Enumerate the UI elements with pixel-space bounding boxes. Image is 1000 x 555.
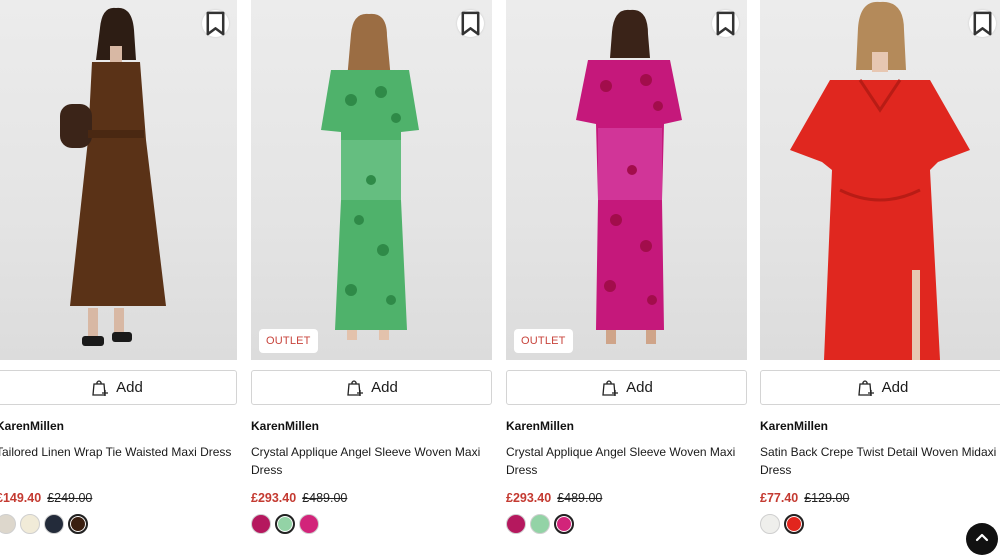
product-image[interactable]: OUTLET bbox=[506, 0, 747, 360]
bookmark-icon bbox=[973, 11, 992, 36]
color-swatch[interactable] bbox=[251, 514, 271, 534]
original-price: £129.00 bbox=[804, 491, 850, 505]
dress-illustration bbox=[790, 1, 970, 360]
color-swatch[interactable] bbox=[0, 514, 16, 534]
color-swatch[interactable] bbox=[554, 514, 574, 534]
dress-illustration bbox=[576, 9, 682, 344]
add-to-bag-button[interactable]: Add bbox=[760, 370, 1000, 405]
original-price: £489.00 bbox=[302, 491, 348, 505]
price-row: £293.40 £489.00 bbox=[251, 491, 492, 505]
add-button-label: Add bbox=[116, 379, 143, 396]
color-swatch[interactable] bbox=[20, 514, 40, 534]
price-row: £293.40 £489.00 bbox=[506, 491, 747, 505]
wishlist-button[interactable] bbox=[457, 10, 484, 37]
product-card[interactable]: OUTLET Add KarenMillen Crystal Applique … bbox=[251, 0, 492, 534]
wishlist-button[interactable] bbox=[712, 10, 739, 37]
product-title[interactable]: Satin Back Crepe Twist Detail Woven Mida… bbox=[760, 443, 1000, 479]
sale-price: £77.40 bbox=[760, 491, 799, 505]
product-card[interactable]: OUTLET Add KarenMillen Crystal Applique … bbox=[506, 0, 747, 534]
product-brand: KarenMillen bbox=[506, 419, 575, 433]
shopping-bag-plus-icon bbox=[347, 379, 364, 396]
back-to-top-button[interactable] bbox=[966, 523, 998, 555]
product-brand: KarenMillen bbox=[760, 419, 829, 433]
color-swatches bbox=[506, 514, 747, 534]
price-row: £77.40 £129.00 bbox=[760, 491, 1000, 505]
product-brand: KarenMillen bbox=[0, 419, 65, 433]
shopping-bag-plus-icon bbox=[602, 379, 619, 396]
dress-illustration bbox=[321, 13, 419, 340]
product-title[interactable]: Tailored Linen Wrap Tie Waisted Maxi Dre… bbox=[0, 443, 237, 479]
product-image[interactable]: OUTLET bbox=[251, 0, 492, 360]
color-swatch[interactable] bbox=[299, 514, 319, 534]
add-button-label: Add bbox=[371, 379, 398, 396]
original-price: £249.00 bbox=[47, 491, 93, 505]
add-to-bag-button[interactable]: Add bbox=[251, 370, 492, 405]
bookmark-icon bbox=[716, 11, 735, 36]
color-swatches bbox=[760, 514, 1000, 534]
wishlist-button[interactable] bbox=[202, 10, 229, 37]
color-swatch[interactable] bbox=[530, 514, 550, 534]
color-swatch[interactable] bbox=[760, 514, 780, 534]
product-brand: KarenMillen bbox=[251, 419, 320, 433]
sale-price: £293.40 bbox=[506, 491, 552, 505]
bookmark-icon bbox=[461, 11, 480, 36]
outlet-badge: OUTLET bbox=[259, 329, 318, 353]
product-card[interactable]: Add KarenMillen Satin Back Crepe Twist D… bbox=[760, 0, 1000, 534]
wishlist-button[interactable] bbox=[969, 10, 996, 37]
sale-price: £149.40 bbox=[0, 491, 42, 505]
original-price: £489.00 bbox=[557, 491, 603, 505]
color-swatch[interactable] bbox=[506, 514, 526, 534]
add-to-bag-button[interactable]: Add bbox=[506, 370, 747, 405]
color-swatch[interactable] bbox=[44, 514, 64, 534]
add-to-bag-button[interactable]: Add bbox=[0, 370, 237, 405]
outlet-badge: OUTLET bbox=[514, 329, 573, 353]
dress-illustration bbox=[60, 7, 166, 346]
price-row: £149.40 £249.00 bbox=[0, 491, 237, 505]
product-title[interactable]: Crystal Applique Angel Sleeve Woven Maxi… bbox=[506, 443, 747, 479]
product-card[interactable]: Add KarenMillen Tailored Linen Wrap Tie … bbox=[0, 0, 237, 534]
color-swatch[interactable] bbox=[784, 514, 804, 534]
color-swatch[interactable] bbox=[275, 514, 295, 534]
color-swatches bbox=[0, 514, 237, 534]
bookmark-icon bbox=[206, 11, 225, 36]
sale-price: £293.40 bbox=[251, 491, 297, 505]
product-title[interactable]: Crystal Applique Angel Sleeve Woven Maxi… bbox=[251, 443, 492, 479]
color-swatches bbox=[251, 514, 492, 534]
product-image[interactable] bbox=[0, 0, 237, 360]
add-button-label: Add bbox=[626, 379, 653, 396]
product-image[interactable] bbox=[760, 0, 1000, 360]
color-swatch[interactable] bbox=[68, 514, 88, 534]
add-button-label: Add bbox=[881, 379, 909, 396]
shopping-bag-plus-icon bbox=[857, 379, 874, 396]
shopping-bag-plus-icon bbox=[92, 379, 109, 396]
